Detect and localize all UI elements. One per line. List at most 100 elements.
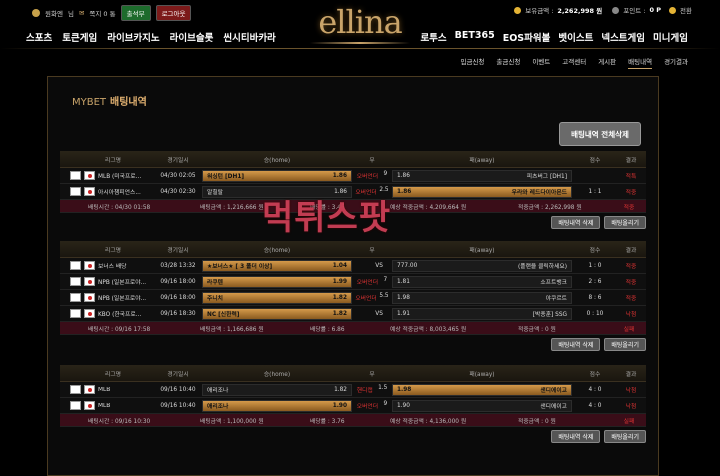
draw-cell: 오버언더 9 <box>354 401 390 410</box>
user-info: 원화엔 님 ✉ 쪽지 0 통 출석부 로그아웃 <box>32 5 192 21</box>
nav-sports[interactable]: 스포츠 <box>26 30 52 44</box>
country-flag-icon <box>84 261 95 270</box>
header-score: 점수 <box>589 247 601 254</box>
away-team: (플랜을 클릭하세요) <box>517 264 567 270</box>
result: 적중 <box>625 280 637 286</box>
nav-bet-east[interactable]: 벳이스트 <box>558 30 593 44</box>
score: 4 : 0 <box>588 386 602 393</box>
away-team-button[interactable]: 1.90 샌디에이고 <box>392 399 572 412</box>
attendance-button[interactable]: 출석부 <box>120 5 151 21</box>
home-team-button[interactable]: ★보너스★ [ 3 폴더 이상] 1.04 <box>202 259 352 272</box>
away-cell: 1.91 [박종훈] SSG <box>390 307 574 320</box>
match-time: 03/28 13:32 <box>160 262 196 269</box>
home-team: 애리조나 <box>207 404 229 410</box>
convert-button[interactable]: 전환 <box>680 5 692 15</box>
nav-mini-game[interactable]: 미니게임 <box>653 30 688 44</box>
draw-value: 7 <box>383 277 388 283</box>
header-away: 패(away) <box>469 157 495 164</box>
away-team: 소프트뱅크 <box>540 280 567 286</box>
away-cell: 777.00 (플랜을 클릭하세요) <box>390 259 574 272</box>
league-cell: NPB (일본프로야... <box>60 293 156 302</box>
match-time: 09/16 18:00 <box>160 278 196 285</box>
delete-all-button[interactable]: 배팅내역 전체삭제 <box>559 122 641 146</box>
result: 적중 <box>625 264 637 270</box>
nav-lotus[interactable]: 로투스 <box>420 30 446 44</box>
away-team-button[interactable]: 1.86 우라와 레드다이아몬드 <box>392 185 572 198</box>
away-team-button[interactable]: 1.91 [박종훈] SSG <box>392 307 572 320</box>
draw-label: 오버언더 <box>356 404 379 410</box>
sport-icon <box>70 293 81 302</box>
sport-icon <box>70 187 81 196</box>
header-score: 점수 <box>589 371 601 378</box>
messages-link[interactable]: 쪽지 0 통 <box>89 8 115 18</box>
panel-title-text: 배팅내역 <box>110 97 147 108</box>
draw-label: 오버언더 <box>356 280 379 286</box>
subnav-deposit[interactable]: 입금신청 <box>460 56 484 69</box>
subnav-results[interactable]: 경기결과 <box>664 56 688 69</box>
logout-button[interactable]: 로그아웃 <box>155 5 192 21</box>
away-odd: 777.00 <box>397 262 418 269</box>
delete-bet-button[interactable]: 배팅내역 삭제 <box>551 429 601 443</box>
bet-win: 적중금액 : 0 원 <box>518 326 556 333</box>
result: 낙첨 <box>625 312 637 318</box>
away-team-button[interactable]: 777.00 (플랜을 클릭하세요) <box>392 259 572 272</box>
header-away: 패(away) <box>469 247 495 254</box>
bet-win: 적중금액 : 2,262,998 원 <box>518 204 582 211</box>
away-team-button[interactable]: 1.86 피츠버그 [DH1] <box>392 169 572 182</box>
header-league: 리그명 <box>105 371 121 378</box>
nav-sincity-baccarat[interactable]: 씬시티바카라 <box>223 30 275 44</box>
logo-text: ellina <box>318 3 402 41</box>
upload-bet-button[interactable]: 배팅올리기 <box>604 429 646 443</box>
home-odd: 1.04 <box>332 262 347 269</box>
subnav-support[interactable]: 고객센터 <box>562 56 586 69</box>
league-name: NPB (일본프로야... <box>98 296 147 302</box>
sport-icon <box>70 277 81 286</box>
delete-bet-button[interactable]: 배팅내역 삭제 <box>551 215 601 229</box>
point-label: 포인트 : <box>623 7 646 15</box>
away-cell: 1.81 소프트뱅크 <box>390 275 574 288</box>
league-name: 보너스 배당 <box>98 264 127 270</box>
home-odd: 1.99 <box>332 278 347 285</box>
home-team-button[interactable]: 애리조나 1.90 <box>202 399 352 412</box>
away-team-button[interactable]: 1.98 샌디에이고 <box>392 383 572 396</box>
mail-icon[interactable]: ✉ <box>79 9 84 17</box>
away-team-button[interactable]: 1.81 소프트뱅크 <box>392 275 572 288</box>
subnav-board[interactable]: 게시판 <box>598 56 616 69</box>
point-icon <box>612 6 620 14</box>
logo-underline <box>310 42 410 44</box>
away-team: 우라와 레드다이아몬드 <box>511 190 567 196</box>
home-cell: 라쿠텐 1.99 <box>200 275 354 288</box>
bet-odds: 배당률 : 3.76 <box>310 418 345 425</box>
away-odd: 1.86 <box>397 172 410 179</box>
delete-bet-button[interactable]: 배팅내역 삭제 <box>551 337 601 351</box>
home-team-button[interactable]: 라쿠텐 1.99 <box>202 275 352 288</box>
convert-icon[interactable] <box>669 6 677 14</box>
site-logo[interactable]: ellina <box>290 0 430 52</box>
home-team-button[interactable]: 애리조나 1.82 <box>202 383 352 396</box>
upload-bet-button[interactable]: 배팅올리기 <box>604 215 646 229</box>
wallet-info: 보유금액 : 2,262,998 원 포인트 : 0 P 전환 <box>514 5 692 15</box>
draw-value: 5.5 <box>379 293 389 299</box>
header-league: 리그명 <box>105 247 121 254</box>
league-name: MLB <box>98 402 111 409</box>
nav-live-casino[interactable]: 라이브카지노 <box>107 30 159 44</box>
draw-label: 오버언더 <box>355 296 377 302</box>
nav-eos-powerball[interactable]: EOS파워볼 <box>503 30 551 44</box>
result: 낙첨 <box>625 388 637 394</box>
match-time: 09/16 10:40 <box>160 402 196 409</box>
country-flag-icon <box>84 293 95 302</box>
subnav-withdraw[interactable]: 출금신청 <box>496 56 520 69</box>
away-team-button[interactable]: 1.98 야쿠르트 <box>392 291 572 304</box>
upload-bet-button[interactable]: 배팅올리기 <box>604 337 646 351</box>
home-team-button[interactable]: NC [신한력] 1.82 <box>202 307 352 320</box>
home-team-button[interactable]: 워싱턴 [DH1] 1.86 <box>202 169 352 182</box>
subnav-event[interactable]: 이벤트 <box>532 56 550 69</box>
nav-token-game[interactable]: 토큰게임 <box>62 30 97 44</box>
nav-next-game[interactable]: 넥스트게임 <box>601 30 645 44</box>
subnav-bet-history[interactable]: 배팅내역 <box>628 56 653 69</box>
nav-bet365[interactable]: BET365 <box>455 30 495 44</box>
score: 4 : 0 <box>588 402 602 409</box>
nav-live-slot[interactable]: 라이브슬롯 <box>170 30 214 44</box>
home-team-button[interactable]: 주니치 1.82 <box>202 291 352 304</box>
home-team: 워싱턴 [DH1] <box>207 174 245 180</box>
